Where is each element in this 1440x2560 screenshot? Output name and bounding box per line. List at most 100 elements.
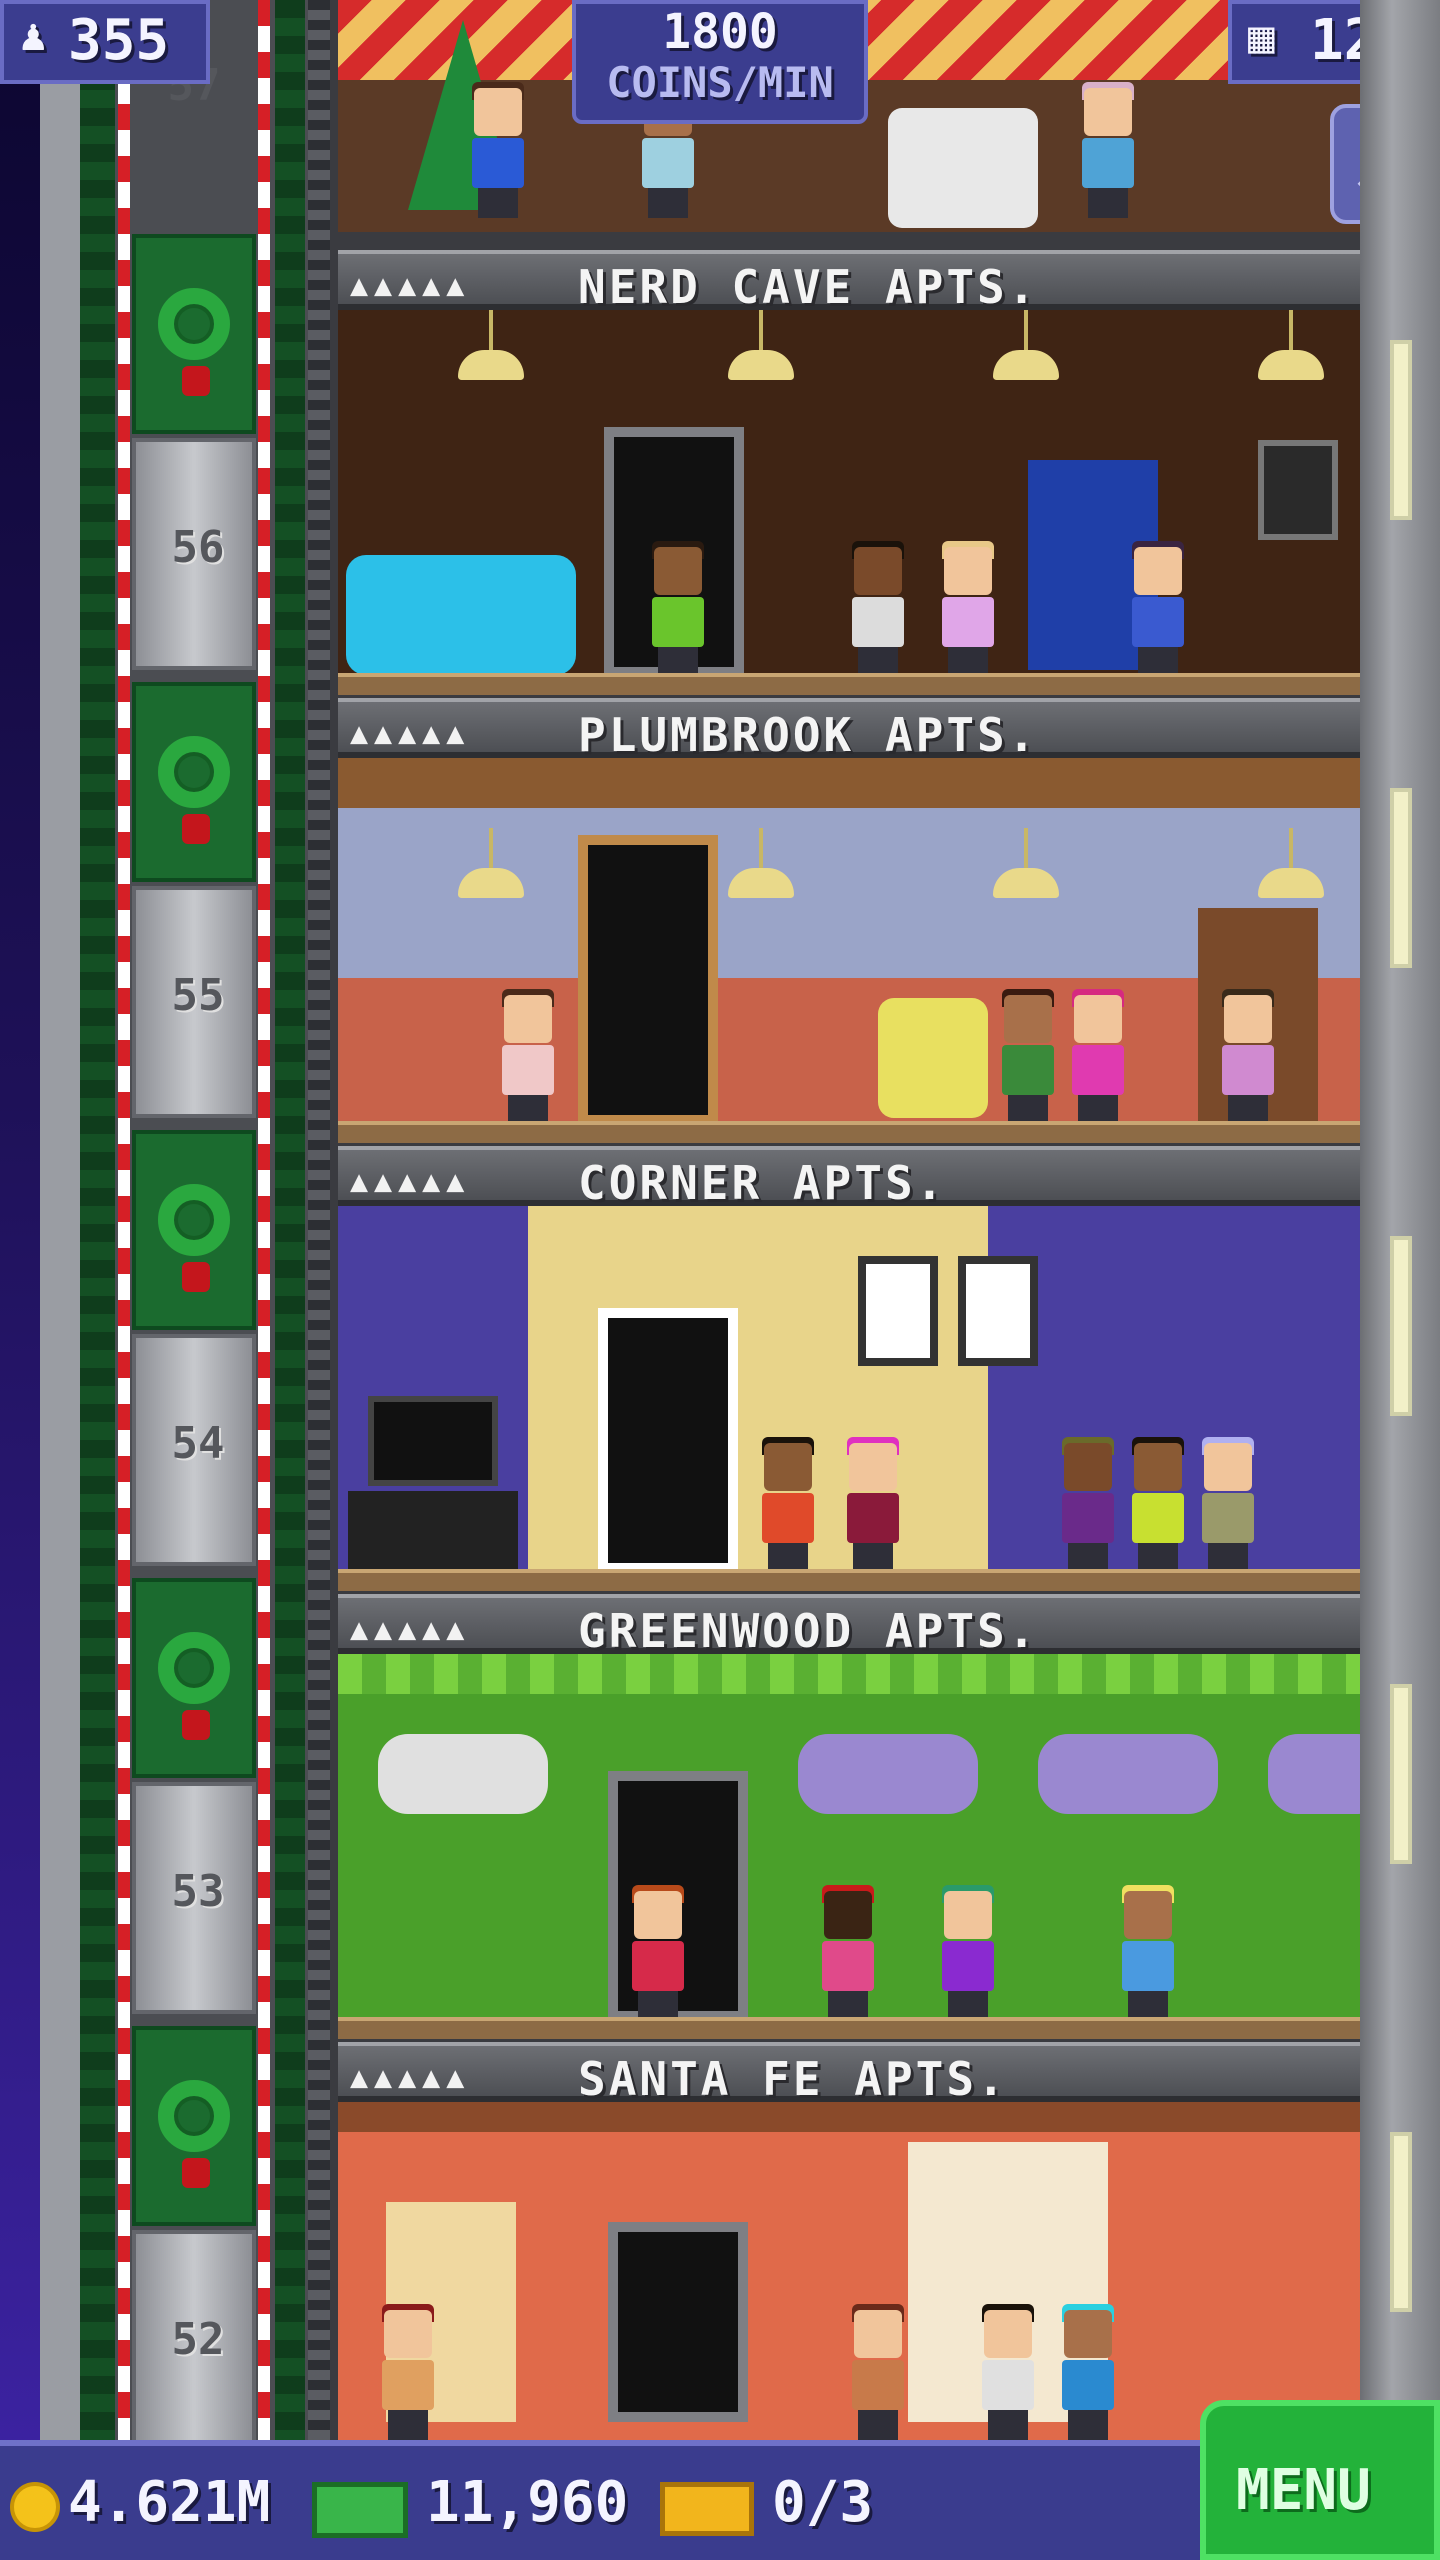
wreath-icon: [158, 2080, 230, 2152]
corner-room[interactable]: [338, 1206, 1360, 1591]
candy-cane-stripe-right: [258, 0, 270, 2440]
window-light: [1390, 2132, 1412, 2312]
residents-indicator: ▲▲▲▲▲: [350, 716, 471, 751]
poster-icon: [1258, 440, 1338, 540]
resident[interactable]: [843, 1437, 903, 1573]
coins-rate-value: 1800: [662, 4, 778, 60]
resident[interactable]: [1118, 1885, 1178, 2021]
coins-rate-panel: 1800 COINS/MIN: [572, 0, 868, 124]
window-light: [1390, 1236, 1412, 1416]
resident[interactable]: [498, 989, 558, 1125]
elevator-floor-53[interactable]: 53: [132, 1578, 256, 2014]
wood-beam: [338, 2102, 1360, 2132]
tv-icon: [368, 1396, 498, 1486]
bux-value: 11,960: [426, 2470, 629, 2535]
person-icon: ♟: [20, 10, 47, 61]
ceiling-lamp-icon: [728, 310, 794, 380]
resident[interactable]: [938, 541, 998, 677]
resident[interactable]: [1198, 1437, 1258, 1573]
window-light: [1390, 1684, 1412, 1864]
resident[interactable]: [1128, 1437, 1188, 1573]
residents-indicator: ▲▲▲▲▲: [350, 1164, 471, 1199]
tickets-value: 0/3: [772, 2470, 874, 2535]
floor-label-band[interactable]: ▲▲▲▲▲ GREENWOOD APTS.: [338, 1594, 1360, 1658]
night-sky: [0, 0, 40, 2440]
ceiling-lamp-icon: [993, 828, 1059, 898]
resident[interactable]: [818, 1885, 878, 2021]
resident[interactable]: [1128, 541, 1188, 677]
floor-name: NERD CAVE APTS.: [578, 260, 1039, 314]
wreath-panel: [132, 2026, 256, 2226]
shaft-trim-right: [275, 0, 305, 2440]
resident[interactable]: [978, 2304, 1038, 2440]
ceiling-lamp-icon: [458, 310, 524, 380]
elevator-door: 55: [132, 886, 256, 1118]
bow-icon: [182, 2158, 210, 2188]
apartment-door: [578, 835, 718, 1125]
population-counter[interactable]: ♟ 355: [0, 0, 210, 84]
greenwood-room[interactable]: [338, 1654, 1360, 2039]
resident[interactable]: [378, 2304, 438, 2440]
floor-name: PLUMBROOK APTS.: [578, 708, 1039, 762]
residents-indicator: ▲▲▲▲▲: [350, 2060, 471, 2095]
elevator-door: 56: [132, 438, 256, 670]
wreath-icon: [158, 736, 230, 808]
wreath-panel: [132, 1130, 256, 1330]
floor-label-band[interactable]: ▲▲▲▲▲ NERD CAVE APTS.: [338, 250, 1360, 314]
wreath-icon: [158, 1632, 230, 1704]
window-light: [1390, 788, 1412, 968]
ceiling-lamp-icon: [993, 310, 1059, 380]
bow-icon: [182, 814, 210, 844]
menu-button[interactable]: MENU: [1200, 2400, 1440, 2560]
plumbrook-room[interactable]: [338, 758, 1360, 1143]
ceiling-lamp-icon: [728, 828, 794, 898]
mirror-icon: [378, 1734, 548, 1814]
floor-name: SANTA FE APTS.: [578, 2052, 1008, 2106]
coin-icon: [10, 2482, 60, 2532]
santa-fe-room[interactable]: [338, 2102, 1360, 2440]
bow-icon: [182, 366, 210, 396]
yellow-armchair-icon: [878, 998, 988, 1118]
oval-window-icon: [798, 1734, 978, 1814]
elevator-floor-number: 55: [171, 970, 225, 1021]
elevator-floor-number: 52: [171, 2314, 225, 2365]
menu-label: MENU: [1236, 2458, 1371, 2523]
wreath-icon: [158, 1184, 230, 1256]
resident[interactable]: [468, 82, 528, 218]
ceiling-lamp-icon: [458, 828, 524, 898]
oval-window-icon: [1268, 1734, 1360, 1814]
tower-bux-icon[interactable]: [312, 2482, 408, 2538]
wreath-panel: [132, 1578, 256, 1778]
picture-frame-icon: [958, 1256, 1038, 1366]
resident[interactable]: [848, 541, 908, 677]
ceiling-lamp-icon: [1258, 828, 1324, 898]
oval-window-icon: [1038, 1734, 1218, 1814]
resident[interactable]: [1218, 989, 1278, 1125]
floor-label-band[interactable]: ▲▲▲▲▲ SANTA FE APTS.: [338, 2042, 1360, 2106]
elevator-shaft[interactable]: 57 56 55 54 53 52: [40, 0, 330, 2462]
wreath-icon: [158, 288, 230, 360]
resident[interactable]: [1058, 2304, 1118, 2440]
resident[interactable]: [758, 1437, 818, 1573]
apartment-door: [598, 1308, 738, 1573]
resident[interactable]: [648, 541, 708, 677]
elevator-floor-55[interactable]: 55: [132, 682, 256, 1118]
resident[interactable]: [938, 1885, 998, 2021]
floor-label-band[interactable]: ▲▲▲▲▲ CORNER APTS.: [338, 1146, 1360, 1210]
bow-icon: [182, 1262, 210, 1292]
resident[interactable]: [1068, 989, 1128, 1125]
resident[interactable]: [998, 989, 1058, 1125]
resident[interactable]: [1058, 1437, 1118, 1573]
tower-right-wall: [1360, 0, 1440, 2440]
resident[interactable]: [848, 2304, 908, 2440]
elevator-floor-54[interactable]: 54: [132, 1130, 256, 1566]
bow-icon: [182, 1710, 210, 1740]
candy-cane-stripe-left: [118, 0, 130, 2440]
resident[interactable]: [628, 1885, 688, 2021]
nerd-cave-room[interactable]: [338, 310, 1360, 695]
golden-ticket-icon[interactable]: [660, 2482, 754, 2536]
elevator-floor-52[interactable]: 52: [132, 2026, 256, 2462]
resident[interactable]: [1078, 82, 1138, 218]
elevator-floor-56[interactable]: 56: [132, 234, 256, 670]
floor-label-band[interactable]: ▲▲▲▲▲ PLUMBROOK APTS.: [338, 698, 1360, 762]
